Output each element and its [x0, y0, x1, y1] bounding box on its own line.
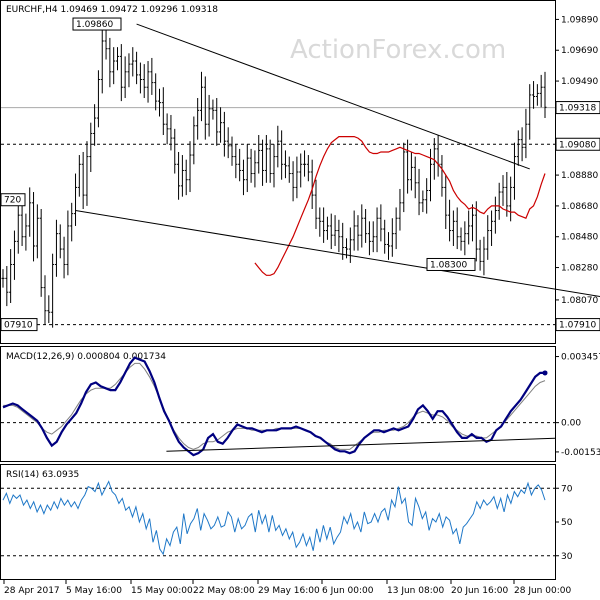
price-y-tick-label: 1.08480 [561, 233, 598, 243]
price-y-tick-label: 1.08070 [561, 296, 598, 306]
x-tick-label: 6 Jun 00:00 [322, 586, 374, 596]
price-y-tick-label: 1.08280 [561, 264, 598, 274]
current-price-label: 1.09318 [559, 104, 596, 114]
level-price-label: 1.09080 [559, 140, 596, 150]
x-tick-label: 13 Jun 08:00 [387, 586, 444, 596]
x-tick-label: 28 Jun 00:00 [514, 586, 571, 596]
price-y-tick-label: 1.08880 [561, 171, 598, 181]
rsi-panel-frame [0, 464, 556, 580]
x-tick-label: 5 May 16:00 [66, 586, 122, 596]
rsi-y-tick-label: 30 [561, 552, 573, 562]
price-y-tick-label: 1.08680 [561, 202, 598, 212]
x-tick-label: 28 Apr 2017 [4, 586, 60, 596]
x-tick-label: 22 May 08:00 [193, 586, 255, 596]
x-tick-label: 15 May 00:00 [131, 586, 193, 596]
price-annotation-label: 720 [4, 196, 21, 206]
price-header: EURCHF,H4 1.09469 1.09472 1.09296 1.0931… [6, 5, 218, 15]
macd-last-point [542, 370, 548, 376]
price-y-tick-label: 1.09690 [561, 46, 598, 56]
macd-y-tick-label: -0.001532 [561, 448, 600, 458]
macd-y-tick-label: 0.003457 [561, 353, 600, 363]
macd-y-tick-label: 0.00 [561, 419, 581, 429]
rsi-y-tick-label: 70 [561, 484, 573, 494]
price-y-tick-label: 1.09490 [561, 77, 598, 87]
price-annotation-label: 07910 [4, 321, 33, 331]
x-tick-label: 29 May 16:00 [258, 586, 320, 596]
watermark: ActionForex.com [290, 35, 506, 65]
macd-panel-frame [0, 346, 556, 462]
price-y-tick-label: 1.09890 [561, 15, 598, 25]
x-tick-label: 20 Jun 16:00 [451, 586, 508, 596]
rsi-header: RSI(14) 63.0935 [6, 470, 79, 480]
rsi-y-tick-label: 50 [561, 518, 573, 528]
eurchf-h4-chart: ActionForex.com EURCHF,H4 1.09469 1.0947… [0, 0, 600, 596]
price-annotation-label: 1.09860 [76, 20, 113, 30]
price-annotation-label: 1.08300 [430, 260, 467, 270]
level-price-label: 1.07910 [559, 321, 596, 331]
